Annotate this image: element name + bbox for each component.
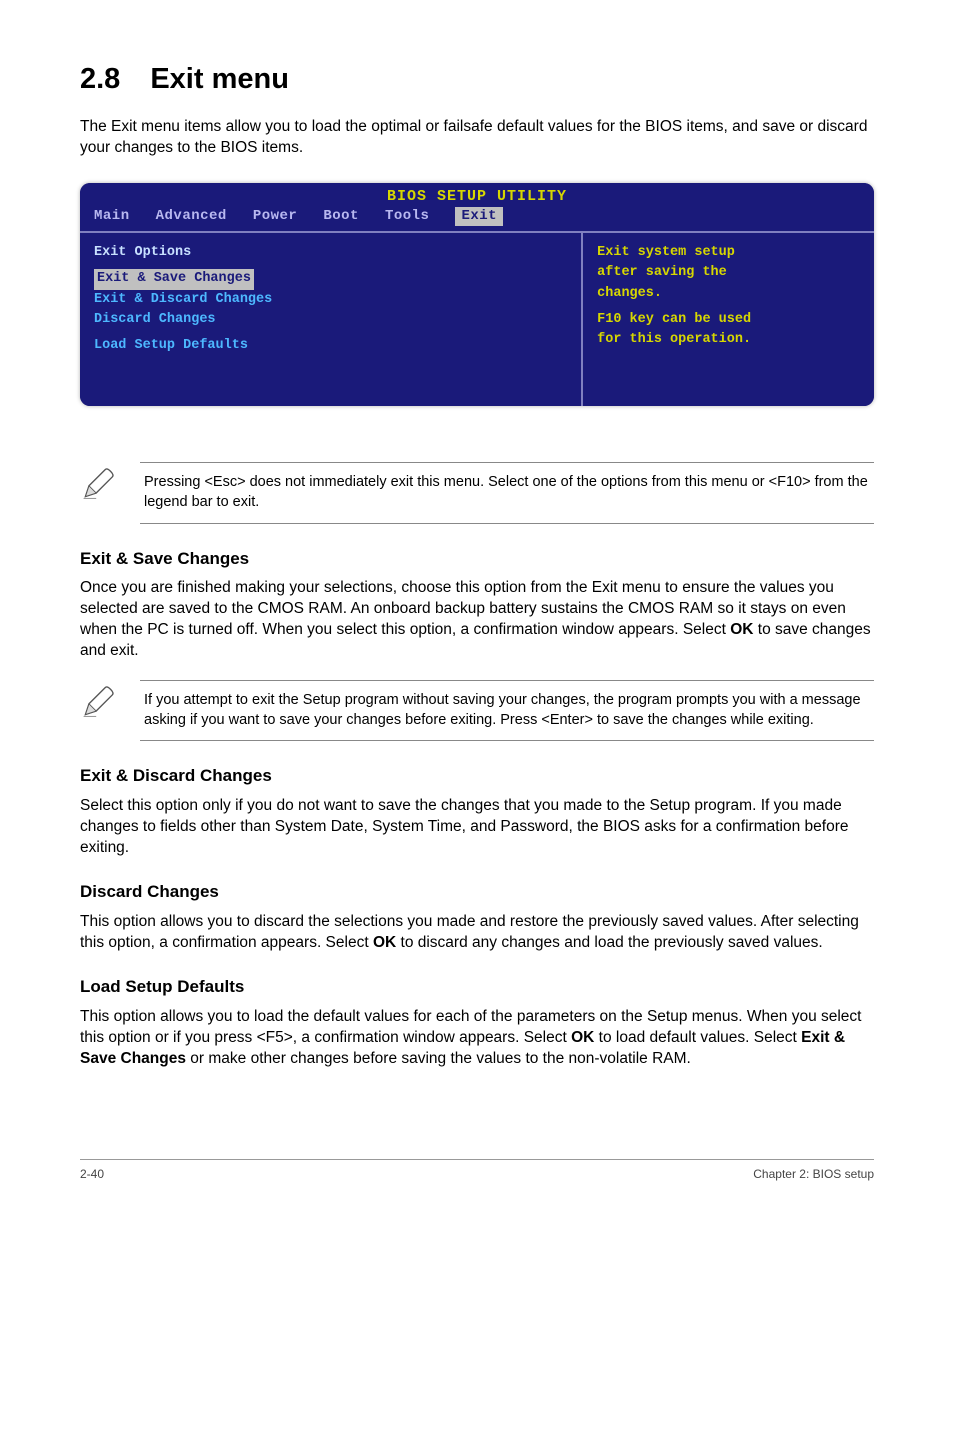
intro-paragraph: The Exit menu items allow you to load th…: [80, 117, 874, 159]
tab-tools[interactable]: Tools: [385, 207, 430, 226]
exit-discard-changes-item[interactable]: Exit & Discard Changes: [94, 290, 567, 310]
pencil-icon: [80, 680, 140, 727]
help-line-1: Exit system setup: [597, 243, 860, 263]
para-exit-discard: Select this option only if you do not wa…: [80, 796, 874, 859]
pencil-icon: [80, 462, 140, 509]
para-discard: This option allows you to discard the se…: [80, 912, 874, 954]
para-s4-b: to load default values. Select: [594, 1029, 801, 1046]
help-line-2: after saving the: [597, 263, 860, 283]
help-line-5: for this operation.: [597, 330, 860, 350]
discard-changes-item[interactable]: Discard Changes: [94, 310, 567, 330]
tab-power[interactable]: Power: [253, 207, 298, 226]
tab-exit[interactable]: Exit: [455, 207, 503, 226]
subhead-exit-save: Exit & Save Changes: [80, 548, 874, 571]
chapter-label: Chapter 2: BIOS setup: [753, 1166, 874, 1182]
bios-title: BIOS SETUP UTILITY: [80, 183, 874, 207]
para-exit-save: Once you are finished making your select…: [80, 578, 874, 662]
section-number: 2.8: [80, 63, 120, 95]
note-text-2: If you attempt to exit the Setup program…: [140, 680, 874, 741]
note-callout-1: Pressing <Esc> does not immediately exit…: [80, 462, 874, 523]
note-callout-2: If you attempt to exit the Setup program…: [80, 680, 874, 741]
ok-bold-2: OK: [373, 934, 396, 951]
subhead-load-defaults: Load Setup Defaults: [80, 976, 874, 999]
bios-right-pane: Exit system setup after saving the chang…: [583, 233, 874, 406]
ok-bold-3: OK: [571, 1029, 594, 1046]
exit-options-heading: Exit Options: [94, 243, 567, 263]
para-load-defaults: This option allows you to load the defau…: [80, 1007, 874, 1070]
bios-setup-panel: BIOS SETUP UTILITY Main Advanced Power B…: [80, 183, 874, 406]
subhead-exit-discard: Exit & Discard Changes: [80, 765, 874, 788]
exit-save-changes-item[interactable]: Exit & Save Changes: [94, 269, 254, 289]
subhead-discard: Discard Changes: [80, 881, 874, 904]
bios-tabs: Main Advanced Power Boot Tools Exit: [80, 207, 874, 231]
note-text-1: Pressing <Esc> does not immediately exit…: [140, 462, 874, 523]
para-s3-b: to discard any changes and load the prev…: [396, 934, 823, 951]
tab-advanced[interactable]: Advanced: [156, 207, 227, 226]
bios-left-pane: Exit Options Exit & Save Changes Exit & …: [80, 233, 583, 406]
section-heading: 2.8 Exit menu: [80, 60, 874, 99]
bios-body: Exit Options Exit & Save Changes Exit & …: [80, 231, 874, 406]
para-s4-c: or make other changes before saving the …: [186, 1050, 691, 1067]
tab-main[interactable]: Main: [94, 207, 130, 226]
ok-bold-1: OK: [730, 621, 753, 638]
tab-boot[interactable]: Boot: [323, 207, 359, 226]
section-title: Exit menu: [150, 63, 289, 95]
page-footer: 2-40 Chapter 2: BIOS setup: [80, 1159, 874, 1182]
load-setup-defaults-item[interactable]: Load Setup Defaults: [94, 336, 567, 356]
help-line-3: changes.: [597, 284, 860, 304]
help-line-4: F10 key can be used: [597, 310, 860, 330]
page-number: 2-40: [80, 1166, 104, 1182]
